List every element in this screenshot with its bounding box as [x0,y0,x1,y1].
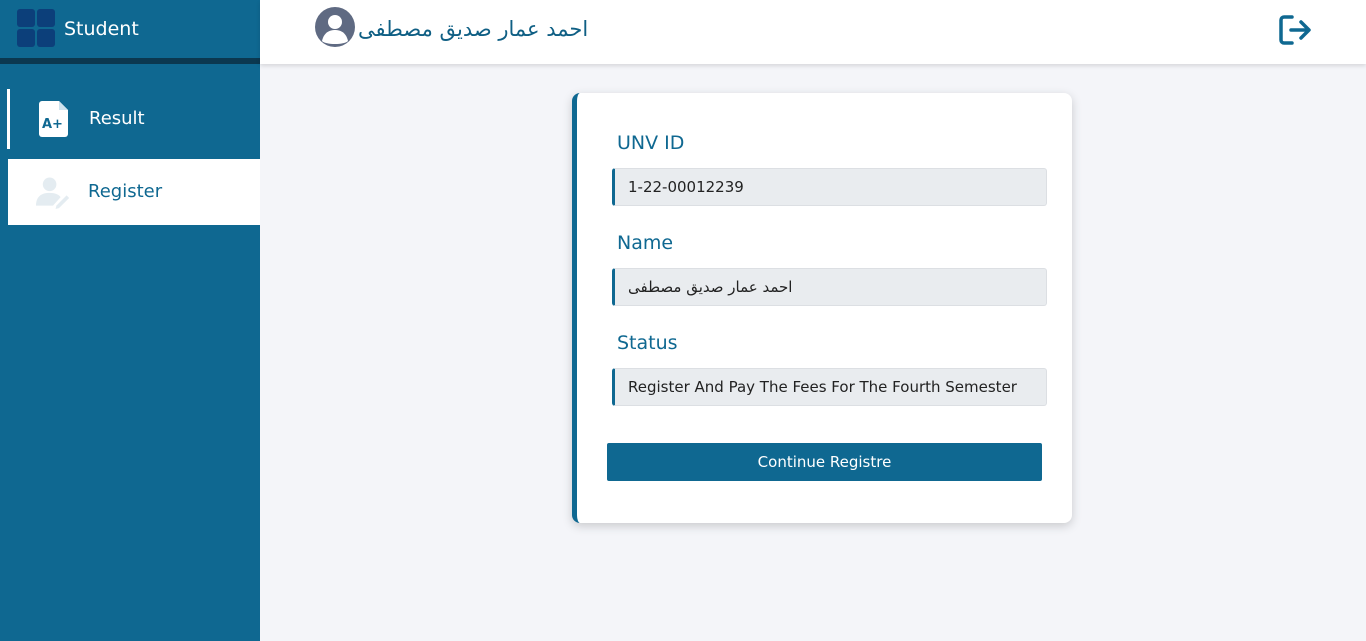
status-field[interactable] [612,368,1047,406]
logout-icon[interactable] [1279,14,1313,46]
status-label: Status [617,332,678,354]
name-field[interactable] [612,268,1047,306]
sidebar-item-label: Register [88,181,163,202]
brand: Student [0,0,260,58]
registration-card: UNV ID Name Status Continue Registre [572,93,1072,523]
sidebar: Student A+ Result Register [0,0,260,641]
name-label: Name [617,232,674,254]
sidebar-item-register[interactable]: Register [4,159,260,225]
sidebar-item-label: Result [89,108,145,129]
dashboard-grid-icon [17,9,57,49]
brand-title: Student [64,18,139,40]
user-edit-icon [36,177,70,209]
unv-id-field[interactable] [612,168,1047,206]
continue-registration-button[interactable]: Continue Registre [607,443,1042,481]
brand-divider [0,58,260,64]
top-header: احمد عمار صديق مصطفى [260,0,1366,64]
svg-text:A+: A+ [42,117,63,132]
grade-file-icon: A+ [39,101,68,137]
user-name: احمد عمار صديق مصطفى [358,17,589,41]
sidebar-item-result[interactable]: A+ Result [7,89,260,149]
unv-id-label: UNV ID [617,132,685,154]
user-avatar-icon[interactable] [315,7,355,47]
